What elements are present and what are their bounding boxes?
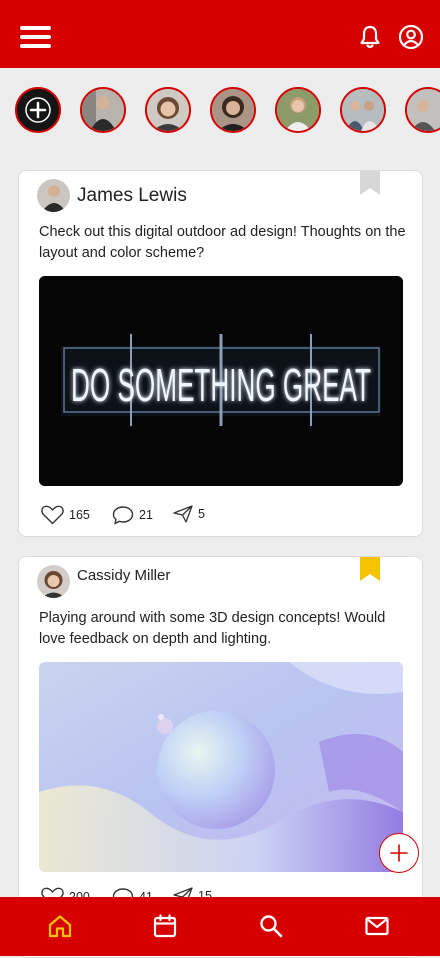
add-story-button[interactable]	[15, 87, 61, 133]
plus-icon	[25, 97, 51, 123]
stories-row	[0, 68, 440, 153]
share-button[interactable]: 5	[173, 505, 205, 523]
comment-count: 21	[139, 508, 153, 522]
story-avatar[interactable]	[405, 87, 440, 133]
story-avatar[interactable]	[340, 87, 386, 133]
menu-line	[20, 35, 51, 39]
story-avatar[interactable]	[80, 87, 126, 133]
bottom-nav	[0, 897, 440, 956]
nav-calendar[interactable]	[152, 913, 178, 939]
post-text: Check out this digital outdoor ad design…	[39, 224, 406, 261]
story-avatar[interactable]	[145, 87, 191, 133]
post-image[interactable]: DO SOMETHING GREAT	[39, 276, 403, 486]
home-icon	[48, 915, 72, 938]
story-photo	[82, 89, 124, 131]
menu-line	[20, 26, 51, 30]
like-button[interactable]: 165	[41, 505, 90, 525]
story-photo	[342, 89, 384, 131]
comment-button[interactable]: 21	[112, 505, 153, 525]
user-circle-icon	[398, 24, 424, 50]
author-photo	[37, 179, 70, 212]
bookmark-icon[interactable]	[360, 557, 380, 581]
author-avatar[interactable]	[37, 565, 70, 598]
abstract-3d-image	[39, 662, 403, 872]
post-card: James Lewis Check out this digital outdo…	[18, 170, 423, 537]
create-post-button[interactable]	[379, 833, 419, 873]
send-icon	[173, 505, 193, 523]
nav-search[interactable]	[258, 913, 284, 939]
bell-icon	[360, 25, 380, 49]
author-name[interactable]: Cassidy Miller	[77, 567, 170, 584]
post-text: Playing around with some 3D design conce…	[39, 610, 386, 647]
story-avatar[interactable]	[210, 87, 256, 133]
bookmark-icon[interactable]	[360, 171, 380, 195]
author-photo	[37, 565, 70, 598]
neon-sign-text: DO SOMETHING GREAT	[71, 359, 371, 411]
story-photo	[212, 89, 254, 131]
menu-button[interactable]	[20, 24, 52, 48]
notifications-button[interactable]	[357, 24, 383, 50]
top-app-bar	[0, 0, 440, 68]
neon-sign-image: DO SOMETHING GREAT	[39, 276, 403, 486]
story-photo	[147, 89, 189, 131]
share-count: 5	[198, 507, 205, 521]
mail-icon	[365, 916, 389, 936]
profile-button[interactable]	[398, 24, 424, 50]
story-avatar[interactable]	[275, 87, 321, 133]
post-image[interactable]	[39, 662, 403, 872]
story-photo	[407, 89, 440, 131]
author-avatar[interactable]	[37, 179, 70, 212]
calendar-icon	[153, 914, 177, 938]
like-count: 165	[69, 508, 90, 522]
nav-mail[interactable]	[364, 913, 390, 939]
comment-icon	[112, 506, 134, 525]
menu-line	[20, 44, 51, 48]
search-icon	[260, 915, 283, 938]
nav-home[interactable]	[47, 913, 73, 939]
plus-icon	[390, 844, 408, 862]
author-name[interactable]: James Lewis	[77, 185, 187, 207]
story-photo	[277, 89, 319, 131]
heart-icon	[41, 505, 64, 525]
